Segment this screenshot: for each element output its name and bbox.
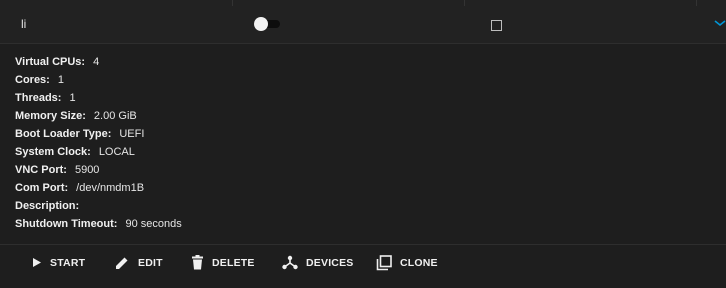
detail-label: Boot Loader Type:	[15, 128, 112, 140]
play-icon	[33, 258, 41, 267]
detail-label: Cores:	[15, 74, 50, 86]
detail-label: Com Port:	[15, 182, 69, 194]
detail-com-port: Com Port: /dev/nmdm1B	[15, 179, 705, 197]
detail-value: 1	[57, 74, 64, 86]
vm-name: li	[21, 17, 27, 31]
detail-cores: Cores: 1	[15, 71, 705, 89]
edit-button[interactable]: EDIT	[114, 245, 163, 280]
detail-value: /dev/nmdm1B	[76, 182, 145, 194]
detail-label: System Clock:	[15, 146, 91, 158]
devices-button[interactable]: DEVICES	[282, 245, 354, 280]
detail-boot-loader-type: Boot Loader Type: UEFI	[15, 125, 705, 143]
detail-threads: Threads: 1	[15, 89, 705, 107]
detail-value: 5900	[74, 164, 100, 176]
vm-select-checkbox[interactable]	[491, 20, 502, 31]
detail-system-clock: System Clock: LOCAL	[15, 143, 705, 161]
detail-label: VNC Port:	[15, 164, 67, 176]
start-button-label: START	[50, 256, 86, 269]
detail-label: Virtual CPUs:	[15, 56, 86, 68]
pencil-icon	[116, 257, 128, 269]
edit-button-label: EDIT	[138, 256, 163, 269]
detail-value: 2.00 GiB	[93, 110, 137, 122]
detail-label: Threads:	[15, 92, 62, 104]
detail-label: Shutdown Timeout:	[15, 218, 118, 230]
clone-button-label: CLONE	[400, 256, 438, 269]
trash-icon	[192, 255, 203, 270]
detail-value: 4	[93, 56, 100, 68]
start-button[interactable]: START	[32, 245, 85, 280]
chevron-down-icon[interactable]	[714, 18, 726, 28]
vm-row[interactable]: li	[0, 6, 726, 44]
detail-memory-size: Memory Size: 2.00 GiB	[15, 107, 705, 125]
detail-vnc-port: VNC Port: 5900	[15, 161, 705, 179]
autostart-toggle[interactable]	[254, 17, 280, 31]
vm-details: Virtual CPUs: 4 Cores: 1 Threads: 1 Memo…	[15, 53, 705, 233]
detail-value: LOCAL	[98, 146, 135, 158]
detail-value: UEFI	[119, 128, 145, 140]
action-bar: START EDIT DELETE DEVICES CLONE	[0, 245, 726, 288]
detail-value: 1	[69, 92, 76, 104]
toggle-thumb	[254, 17, 268, 31]
delete-button[interactable]: DELETE	[191, 245, 255, 280]
detail-virtual-cpus: Virtual CPUs: 4	[15, 53, 705, 71]
detail-value: 90 seconds	[125, 218, 182, 230]
devices-button-label: DEVICES	[306, 256, 354, 269]
detail-description: Description:	[15, 197, 705, 215]
clone-button[interactable]: CLONE	[376, 245, 438, 280]
detail-label: Memory Size:	[15, 110, 86, 122]
detail-shutdown-timeout: Shutdown Timeout: 90 seconds	[15, 215, 705, 233]
detail-label: Description:	[15, 200, 80, 212]
clone-icon	[376, 254, 392, 270]
delete-button-label: DELETE	[212, 256, 255, 269]
devices-icon	[282, 255, 298, 270]
